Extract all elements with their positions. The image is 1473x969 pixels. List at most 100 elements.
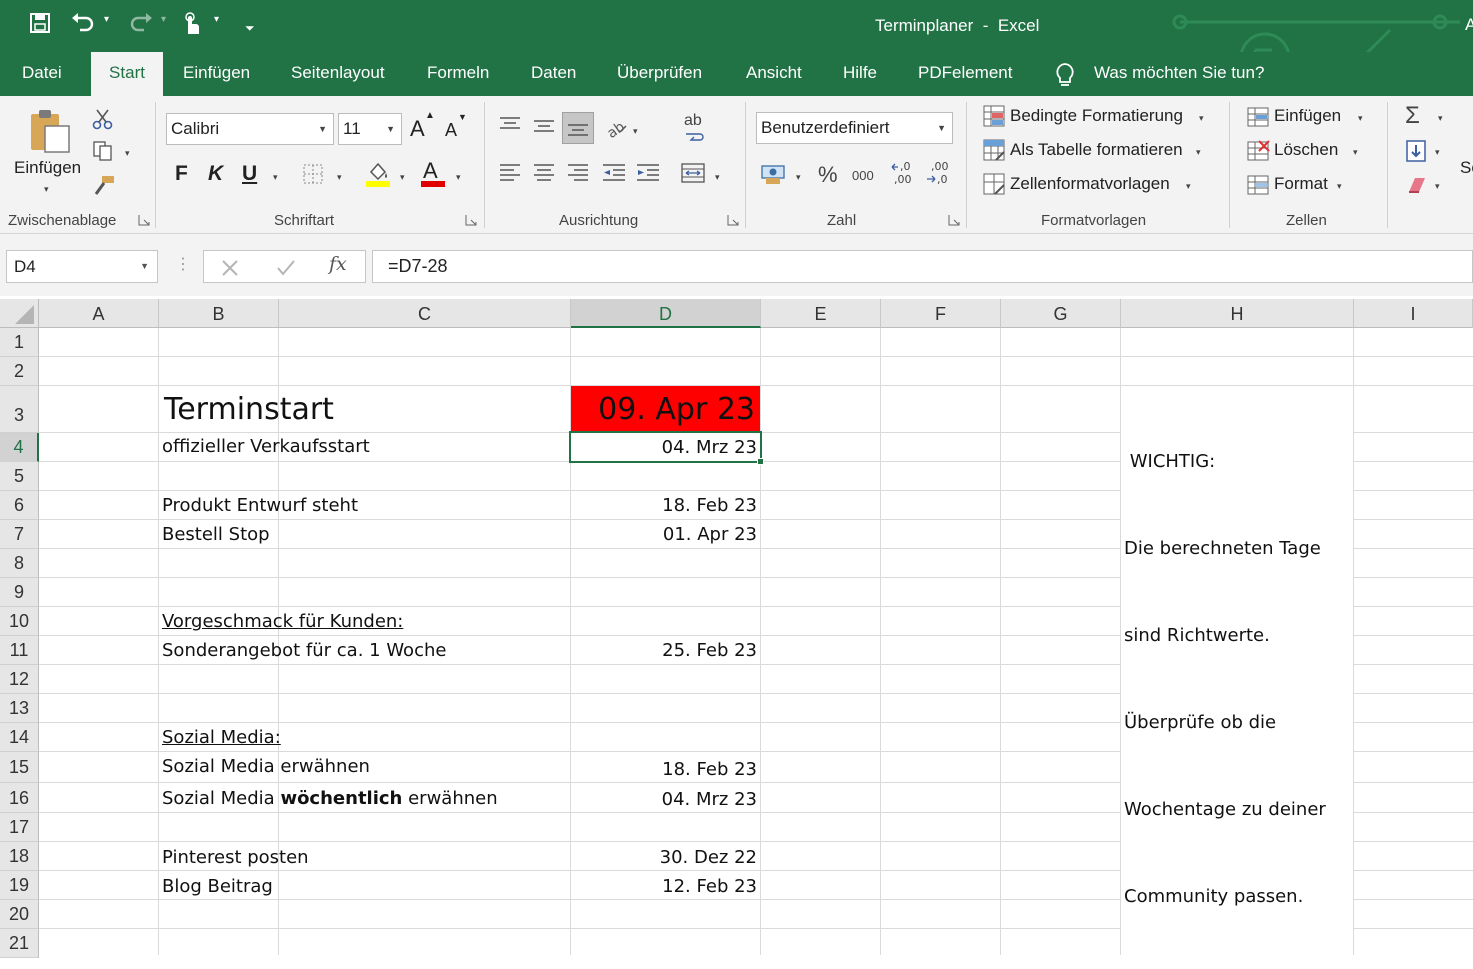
decrease-decimal-icon[interactable]: ,00,0	[925, 160, 953, 186]
autosum-icon[interactable]: Σ	[1405, 102, 1420, 130]
tab-formeln[interactable]: Formeln	[427, 52, 489, 96]
cell-d3-date[interactable]: 09. Apr 23	[571, 392, 755, 427]
align-center-icon[interactable]	[532, 162, 556, 184]
paste-button-label[interactable]: Einfügen	[14, 158, 81, 178]
tab-seitenlayout[interactable]: Seitenlayout	[291, 52, 385, 96]
column-header-a[interactable]: A	[39, 299, 159, 328]
row-header-15[interactable]: 15	[0, 752, 39, 783]
lightbulb-icon[interactable]	[1054, 62, 1076, 88]
cell-h3-note[interactable]: WICHTIG: Die berechneten Tage sind Richt…	[1124, 389, 1326, 969]
redo-icon[interactable]	[128, 12, 154, 40]
confirm-entry-icon[interactable]	[276, 259, 296, 277]
cell-d19[interactable]: 12. Feb 23	[571, 876, 757, 897]
cancel-entry-icon[interactable]	[221, 259, 239, 277]
number-dialog-launcher-icon[interactable]	[948, 214, 960, 226]
cell-b3-terminstart[interactable]: Terminstart	[164, 392, 334, 427]
clear-eraser-icon[interactable]	[1405, 174, 1429, 196]
column-header-b[interactable]: B	[159, 299, 279, 328]
format-cells-icon[interactable]	[1246, 174, 1270, 196]
insert-cells-icon[interactable]	[1246, 106, 1270, 128]
redo-dropdown-icon[interactable]: ▾	[161, 14, 166, 25]
cell-b4[interactable]: offizieller Verkaufsstart	[162, 436, 370, 457]
fill-color-icon[interactable]	[365, 160, 391, 188]
row-header-2[interactable]: 2	[0, 357, 39, 386]
row-header-14[interactable]: 14	[0, 723, 39, 752]
cell-d16[interactable]: 04. Mrz 23	[571, 789, 757, 810]
cell-b15[interactable]: Sozial Media erwähnen	[162, 756, 370, 777]
row-header-6[interactable]: 6	[0, 491, 39, 520]
cell-b11[interactable]: Sonderangebot für ca. 1 Woche	[162, 640, 446, 661]
align-right-icon[interactable]	[566, 162, 590, 184]
cell-styles-dropdown-icon[interactable]: ▾	[1186, 181, 1191, 192]
cell-d11[interactable]: 25. Feb 23	[571, 640, 757, 661]
format-as-table-button[interactable]: Als Tabelle formatieren	[1010, 140, 1183, 160]
fill-down-icon[interactable]	[1405, 139, 1427, 163]
cell-styles-icon[interactable]	[982, 172, 1006, 196]
cell-b6[interactable]: Produkt Entwurf steht	[162, 495, 358, 516]
touch-mode-icon[interactable]	[181, 12, 201, 42]
tab-datei[interactable]: Datei	[22, 52, 62, 96]
align-left-icon[interactable]	[498, 162, 522, 184]
row-header-9[interactable]: 9	[0, 578, 39, 607]
row-header-12[interactable]: 12	[0, 665, 39, 694]
column-header-c[interactable]: C	[279, 299, 571, 328]
chevron-down-icon[interactable]: ▼	[937, 113, 946, 143]
tell-me-search[interactable]: Was möchten Sie tun?	[1094, 52, 1264, 96]
copy-dropdown-icon[interactable]: ▾	[125, 148, 130, 159]
cell-b16[interactable]: Sozial Media wöchentlich erwähnen	[162, 788, 498, 809]
insert-function-icon[interactable]: fx	[329, 253, 347, 275]
cut-icon[interactable]	[92, 108, 114, 130]
column-header-h[interactable]: H	[1121, 299, 1354, 328]
tab-ueberpruefen[interactable]: Überprüfen	[617, 52, 702, 96]
cell-styles-button[interactable]: Zellenformatvorlagen	[1010, 174, 1170, 194]
alignment-dialog-launcher-icon[interactable]	[727, 214, 739, 226]
increase-decimal-icon[interactable]: ,0,00	[890, 160, 918, 186]
chevron-down-icon[interactable]: ▼	[318, 114, 327, 144]
column-header-i[interactable]: I	[1354, 299, 1473, 328]
comma-style-button[interactable]: 000	[852, 168, 874, 183]
number-format-combo[interactable]: Benutzerdefiniert ▼	[756, 112, 953, 144]
sort-filter-partial-label[interactable]: Sc	[1460, 158, 1473, 178]
percent-style-button[interactable]: %	[818, 162, 838, 188]
fill-color-dropdown-icon[interactable]: ▾	[400, 172, 405, 183]
align-top-icon[interactable]	[498, 116, 522, 134]
insert-cells-dropdown-icon[interactable]: ▾	[1358, 113, 1363, 124]
cell-b7[interactable]: Bestell Stop	[162, 524, 270, 545]
customize-qat-icon[interactable]: ⏷	[245, 16, 255, 40]
cell-b19[interactable]: Blog Beitrag	[162, 876, 273, 897]
row-header-11[interactable]: 11	[0, 636, 39, 665]
conditional-formatting-button[interactable]: Bedingte Formatierung	[1010, 106, 1183, 126]
cell-b10[interactable]: Vorgeschmack für Kunden:	[162, 611, 403, 632]
undo-dropdown-icon[interactable]: ▾	[104, 14, 109, 25]
row-header-16[interactable]: 16	[0, 783, 39, 813]
font-name-combo[interactable]: Calibri ▼	[166, 113, 334, 145]
bold-button[interactable]: F	[175, 162, 188, 186]
formula-input[interactable]: =D7-28	[372, 250, 1473, 283]
touch-mode-dropdown-icon[interactable]: ▾	[214, 14, 219, 25]
align-middle-icon[interactable]	[532, 116, 556, 134]
tab-pdfelement[interactable]: PDFelement	[918, 52, 1012, 96]
paste-icon[interactable]	[27, 108, 75, 154]
cell-d15[interactable]: 18. Feb 23	[571, 759, 757, 780]
name-box[interactable]: D4 ▼	[6, 250, 158, 283]
cell-d7[interactable]: 01. Apr 23	[571, 524, 757, 545]
chevron-down-icon[interactable]: ▼	[386, 114, 395, 144]
fill-handle[interactable]	[757, 458, 764, 465]
underline-dropdown-icon[interactable]: ▾	[273, 172, 278, 183]
grow-font-button[interactable]: A	[410, 116, 425, 142]
font-color-dropdown-icon[interactable]: ▾	[456, 172, 461, 183]
autosum-dropdown-icon[interactable]: ▾	[1438, 113, 1443, 124]
merge-dropdown-icon[interactable]: ▾	[715, 172, 720, 183]
cell-b14[interactable]: Sozial Media:	[162, 727, 281, 748]
row-header-3[interactable]: 3	[0, 386, 39, 433]
row-header-8[interactable]: 8	[0, 549, 39, 578]
row-header-18[interactable]: 18	[0, 842, 39, 871]
tab-start[interactable]: Start	[91, 52, 163, 96]
save-icon[interactable]	[29, 12, 51, 40]
format-painter-icon[interactable]	[92, 174, 116, 196]
select-all-corner[interactable]	[0, 299, 39, 328]
conditional-formatting-icon[interactable]	[982, 104, 1006, 128]
accounting-dropdown-icon[interactable]: ▾	[796, 172, 801, 183]
row-header-13[interactable]: 13	[0, 694, 39, 723]
font-size-combo[interactable]: 11 ▼	[338, 113, 402, 145]
